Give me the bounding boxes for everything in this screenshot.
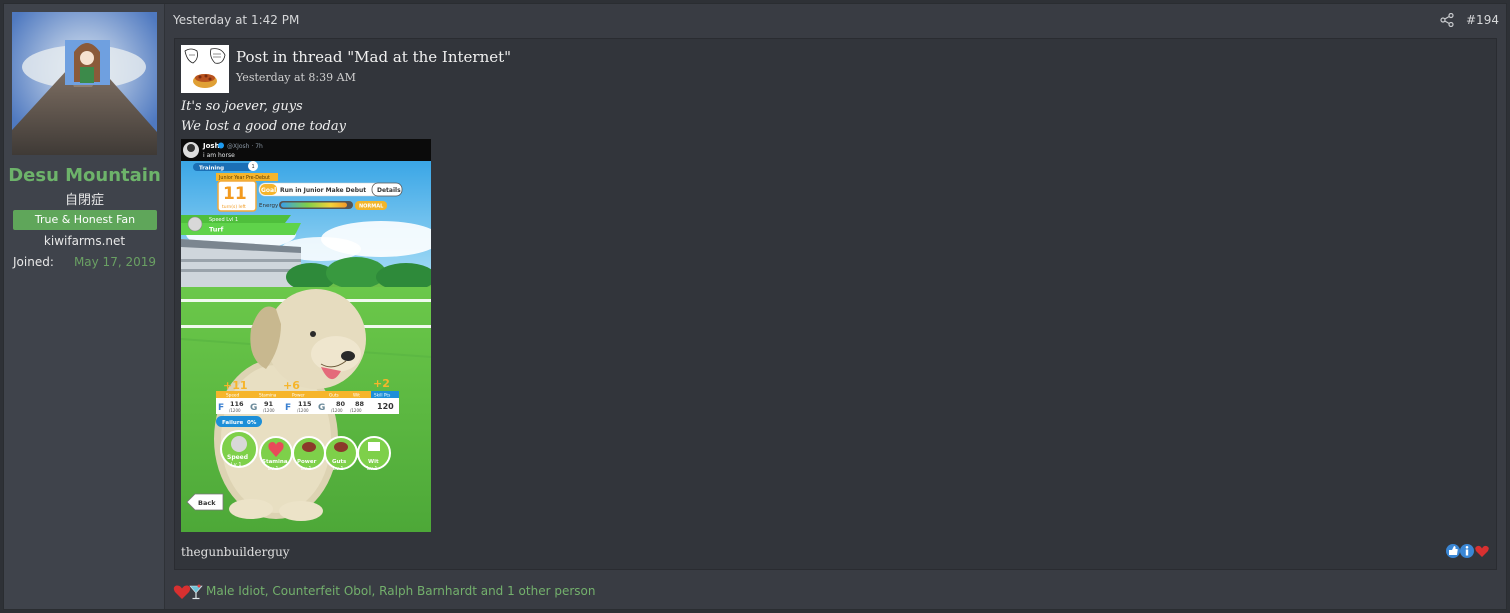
stat-value-wit: 88 <box>355 400 365 408</box>
svg-text:Guts: Guts <box>332 459 347 465</box>
gain-skill: +2 <box>373 377 390 390</box>
stat-max: /1200 <box>229 408 241 413</box>
failure-value: 0% <box>247 420 257 426</box>
stat-value-guts: 80 <box>336 400 346 408</box>
svg-text:Power: Power <box>297 459 317 465</box>
svg-text:1: 1 <box>252 164 255 170</box>
stat-grade-guts: G <box>318 403 325 413</box>
post-timestamp[interactable]: Yesterday at 1:42 PM <box>173 13 299 27</box>
skill-pts-label: Skill Pts <box>374 393 390 398</box>
stat-max: /1200 <box>331 408 343 413</box>
stat-grade-speed: F <box>218 403 224 413</box>
heart-icon <box>1475 545 1489 557</box>
svg-text:Lv 1: Lv 1 <box>367 466 378 472</box>
svg-text:Stamina: Stamina <box>262 459 288 465</box>
quote-text-line: It's so joever, guys <box>181 99 303 114</box>
stat-label-guts: Guts <box>329 393 339 398</box>
tweet-name: Josh <box>202 142 220 150</box>
quote-reactions[interactable] <box>1445 543 1491 559</box>
quote-title[interactable]: Post in thread "Mad at the Internet" <box>236 48 511 66</box>
gain-speed: +11 <box>223 379 248 392</box>
speed-training-button[interactable]: Speed Lv 1 <box>220 430 258 468</box>
cocktail-icon <box>189 584 203 600</box>
user-title: 自閉症 <box>64 193 104 208</box>
stat-label-power: Power <box>292 393 305 398</box>
year-label: Junior Year Pre-Debut <box>218 175 270 181</box>
quote-thumbnail <box>181 45 229 93</box>
user-banner: True & Honest Fan <box>13 210 157 230</box>
svg-text:Wit: Wit <box>368 459 379 465</box>
reaction-users[interactable]: Male Idiot, Counterfeit Obol, Ralph Barn… <box>206 584 595 598</box>
stat-max: /1200 <box>263 408 275 413</box>
tweet-handle: @XJosh · 7h <box>227 143 263 150</box>
training-label: Training <box>199 166 224 172</box>
speed-level-label: Speed Lvl 1 <box>209 217 238 223</box>
svg-text:Lv 1: Lv 1 <box>231 462 242 468</box>
quote-author[interactable]: thegunbuilderguy <box>181 545 290 559</box>
details-button[interactable]: Details <box>377 187 401 194</box>
quote-text-line: We lost a good one today <box>181 119 346 134</box>
svg-text:Lv 1: Lv 1 <box>301 466 312 472</box>
skill-pts-value: 120 <box>377 402 394 411</box>
svg-text:Lv 1: Lv 1 <box>268 466 279 472</box>
svg-text:Speed: Speed <box>227 454 248 461</box>
svg-text:Back: Back <box>198 499 216 507</box>
stat-grade-power: F <box>285 403 291 413</box>
goal-tag: Goal <box>261 187 276 194</box>
embedded-post[interactable]: Post in thread "Mad at the Internet" Yes… <box>174 38 1497 570</box>
stat-label-stamina: Stamina <box>259 393 277 398</box>
embedded-game-screenshot[interactable]: Josh @XJosh · 7h i am horse Training 1 J… <box>181 139 431 532</box>
joined-label: Joined: <box>13 255 54 269</box>
stat-label-speed: Speed <box>226 393 239 398</box>
goal-text: Run in Junior Make Debut <box>280 187 366 194</box>
surface-label: Turf <box>209 226 224 234</box>
post-number-link[interactable]: #194 <box>1466 13 1499 27</box>
share-icon[interactable] <box>1440 13 1454 27</box>
stat-value-speed: 116 <box>230 400 244 408</box>
mood-label: NORMAL <box>359 204 384 210</box>
quote-date: Yesterday at 8:39 AM <box>236 71 356 84</box>
stat-grade-stamina: G <box>250 403 257 413</box>
failure-label: Failure <box>222 420 244 426</box>
turns-label: turn(s) left <box>222 204 246 210</box>
turns-number: 11 <box>223 184 247 204</box>
svg-text:Lv 1: Lv 1 <box>333 466 344 472</box>
stat-max: /1200 <box>297 408 309 413</box>
stat-max: /1200 <box>350 408 362 413</box>
energy-label: Energy <box>259 203 279 209</box>
informative-icon <box>1460 544 1474 558</box>
stat-label-wit: Wit <box>353 393 360 398</box>
heart-icon <box>173 585 191 599</box>
forum-post: Desu Mountain 自閉症 True & Honest Fan kiwi… <box>3 3 1507 610</box>
username[interactable]: Desu Mountain <box>4 165 165 186</box>
stat-value-power: 115 <box>298 400 312 408</box>
back-button[interactable]: Back <box>186 493 224 511</box>
tweet-text: i am horse <box>203 152 235 159</box>
user-site: kiwifarms.net <box>43 234 126 248</box>
user-sidebar: Desu Mountain 自閉症 True & Honest Fan kiwi… <box>4 4 165 609</box>
avatar[interactable] <box>12 12 157 155</box>
joined-date: May 17, 2019 <box>73 255 156 269</box>
like-icon <box>1446 544 1460 558</box>
gain-stamina: +6 <box>283 379 300 392</box>
stat-value-stamina: 91 <box>264 400 274 408</box>
